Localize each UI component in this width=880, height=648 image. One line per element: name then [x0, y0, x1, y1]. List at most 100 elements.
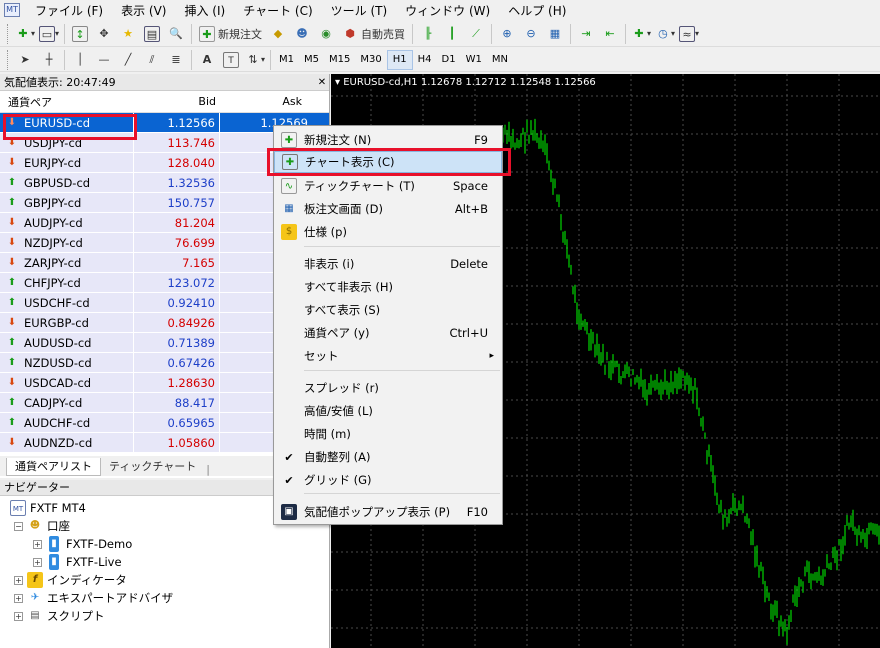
- bid-cell: 1.28630: [134, 373, 220, 392]
- zoom-out-button[interactable]: ⊖: [520, 23, 542, 45]
- context-menu-item[interactable]: セット ▸: [274, 345, 502, 367]
- context-menu-item[interactable]: 高値/安値 (L): [274, 400, 502, 422]
- line-chart-button[interactable]: ⟋: [465, 23, 487, 45]
- symbol-cell: ⬆ CHFJPY-cd: [0, 273, 134, 292]
- new-order-button[interactable]: ✚ 新規注文: [196, 23, 265, 45]
- candlestick-button[interactable]: ┃: [441, 23, 463, 45]
- line-chart-icon: ⟋: [472, 26, 480, 40]
- navigator-toggle-button[interactable]: ★: [117, 23, 139, 45]
- menu-tools[interactable]: ツール (T): [322, 2, 397, 19]
- expand-icon[interactable]: +: [14, 593, 23, 603]
- close-icon[interactable]: ✕: [315, 77, 329, 88]
- timeframe-d1[interactable]: D1: [437, 50, 461, 70]
- text-label-button[interactable]: T: [220, 49, 242, 71]
- arrows-button[interactable]: ⇅ ▾: [244, 49, 266, 71]
- menu-charts[interactable]: チャート (C): [234, 2, 321, 19]
- timeframe-h4[interactable]: H4: [413, 50, 437, 70]
- auto-trading-button[interactable]: ⬢ 自動売買: [339, 23, 408, 45]
- bar-chart-button[interactable]: ╟: [417, 23, 439, 45]
- tree-node-accounts[interactable]: − ☻ 口座: [14, 517, 70, 535]
- data-window-button[interactable]: ✥: [93, 23, 115, 45]
- timeframe-mn[interactable]: MN: [487, 50, 513, 70]
- toolbar-grip[interactable]: [7, 23, 10, 44]
- signals-button[interactable]: ◉: [315, 23, 337, 45]
- collapse-icon[interactable]: −: [14, 521, 23, 531]
- menu-window[interactable]: ウィンドウ (W): [396, 2, 499, 19]
- context-menu-item[interactable]: ∿ ティックチャート (T) Space: [274, 175, 502, 197]
- auto-scroll-button[interactable]: ⇤: [599, 23, 621, 45]
- context-menu: ✚ 新規注文 (N) F9 ✚ チャート表示 (C) ∿ ティックチャート (T) Space…: [273, 125, 503, 525]
- timeframe-m15[interactable]: M15: [324, 50, 355, 70]
- bid-cell: 128.040: [134, 153, 220, 172]
- context-menu-item[interactable]: ✔ 自動整列 (A): [274, 446, 502, 468]
- indicators-button[interactable]: ✚ ▾: [630, 23, 652, 45]
- context-menu-item[interactable]: すべて非表示 (H): [274, 276, 502, 298]
- timeframe-m1[interactable]: M1: [274, 50, 299, 70]
- profiles-button[interactable]: ▭ ▾: [38, 23, 60, 45]
- context-menu-item[interactable]: ✔ グリッド (G): [274, 469, 502, 491]
- vertical-line-button[interactable]: │: [69, 49, 91, 71]
- tree-node-indicators[interactable]: + f インディケータ: [14, 571, 127, 589]
- column-header-bid[interactable]: Bid: [134, 95, 220, 108]
- expand-icon[interactable]: +: [33, 557, 42, 567]
- tree-node-experts[interactable]: + ✈ エキスパートアドバイザ: [14, 589, 173, 607]
- expand-icon[interactable]: +: [14, 611, 23, 621]
- tree-node-account-demo[interactable]: + ▮ FXTF-Demo: [33, 535, 132, 553]
- crosshair-tool-button[interactable]: ┼: [38, 49, 60, 71]
- expert-advisor-icon: ✈: [30, 592, 40, 603]
- indicators-icon: ✚: [634, 26, 644, 40]
- expand-icon[interactable]: +: [33, 539, 42, 549]
- column-header-ask[interactable]: Ask: [220, 95, 310, 108]
- terminal-toggle-button[interactable]: ▤: [141, 23, 163, 45]
- channel-icon: ⫽: [149, 52, 155, 66]
- new-chart-button[interactable]: ✚ ▾: [14, 23, 36, 45]
- menu-file[interactable]: ファイル (F): [26, 2, 112, 19]
- column-header-symbol[interactable]: 通貨ペア: [0, 94, 134, 110]
- tree-node-root[interactable]: MT FXTF MT4: [10, 499, 86, 517]
- toolbar-grip-2[interactable]: [7, 49, 10, 70]
- trendline-button[interactable]: ╱: [117, 49, 139, 71]
- context-menu-shortcut: F10: [466, 505, 488, 519]
- context-menu-item[interactable]: $ 仕様 (p): [274, 221, 502, 243]
- tree-node-scripts[interactable]: + ▤ スクリプト: [14, 607, 105, 625]
- expand-icon[interactable]: +: [14, 575, 23, 585]
- timeframe-m30[interactable]: M30: [355, 50, 386, 70]
- timeframe-w1[interactable]: W1: [461, 50, 487, 70]
- trendline-icon: ╱: [124, 52, 132, 66]
- context-menu-item[interactable]: すべて表示 (S): [274, 299, 502, 321]
- templates-button[interactable]: ≈ ▾: [678, 23, 700, 45]
- context-menu-item[interactable]: スプレッド (r): [274, 377, 502, 399]
- symbol-label: AUDJPY-cd: [24, 215, 83, 230]
- chart-header: ▾ EURUSD-cd,H1 1.12678 1.12712 1.12548 1…: [335, 77, 596, 88]
- cursor-tool-button[interactable]: ➤: [14, 49, 36, 71]
- context-menu-item[interactable]: ▦ 板注文画面 (D) Alt+B: [274, 198, 502, 220]
- metaeditor-button[interactable]: ◆: [267, 23, 289, 45]
- context-menu-item[interactable]: 非表示 (i) Delete: [274, 253, 502, 275]
- context-menu-item[interactable]: 通貨ペア (y) Ctrl+U: [274, 322, 502, 344]
- menu-insert[interactable]: 挿入 (I): [175, 2, 234, 19]
- periods-button[interactable]: ◷ ▾: [654, 23, 676, 45]
- market-watch-toggle-button[interactable]: ↕: [69, 23, 91, 45]
- depth-of-market-icon: ▦: [284, 203, 294, 214]
- symbol-cell: ⬇ NZDJPY-cd: [0, 233, 134, 252]
- equidistant-channel-button[interactable]: ⫽: [141, 49, 163, 71]
- timeframe-m5[interactable]: M5: [299, 50, 324, 70]
- tile-windows-button[interactable]: ▦: [544, 23, 566, 45]
- fibonacci-button[interactable]: ≣: [165, 49, 187, 71]
- community-button[interactable]: ☻: [291, 23, 313, 45]
- menu-view[interactable]: 表示 (V): [112, 2, 175, 19]
- context-menu-item-label: グリッド (G): [304, 473, 372, 487]
- strategy-tester-button[interactable]: 🔍: [165, 23, 187, 45]
- chart-shift-button[interactable]: ⇥: [575, 23, 597, 45]
- text-tool-button[interactable]: A: [196, 49, 218, 71]
- context-menu-item[interactable]: 時間 (m): [274, 423, 502, 445]
- symbol-cell: ⬆ NZDUSD-cd: [0, 353, 134, 372]
- zoom-in-button[interactable]: ⊕: [496, 23, 518, 45]
- horizontal-line-button[interactable]: —: [93, 49, 115, 71]
- menu-help[interactable]: ヘルプ (H): [499, 2, 575, 19]
- tab-tick-chart[interactable]: ティックチャート: [101, 458, 204, 476]
- context-menu-item[interactable]: ▣ 気配値ポップアップ表示 (P) F10: [274, 501, 502, 523]
- tree-node-account-live[interactable]: + ▮ FXTF-Live: [33, 553, 122, 571]
- tab-symbols[interactable]: 通貨ペアリスト: [6, 458, 101, 476]
- timeframe-h1[interactable]: H1: [386, 49, 413, 70]
